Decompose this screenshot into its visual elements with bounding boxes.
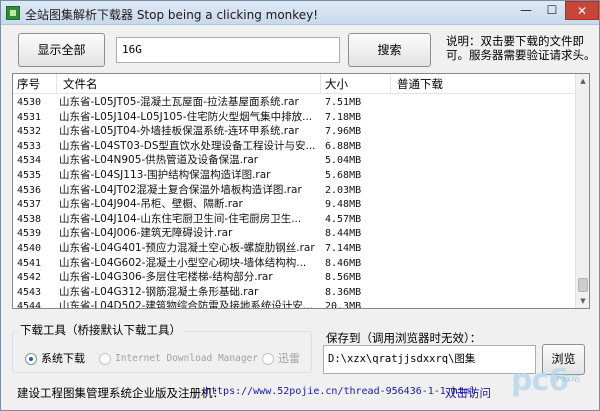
table-header: 序号 文件名 大小 普通下载 (13, 74, 577, 94)
table-row-size: 5.04MB (325, 155, 362, 167)
table-row[interactable]: 4533 山东省-L04ST03-DS型直饮水处理设备工程设计与安... 6.88M… (13, 139, 577, 154)
table-row[interactable]: 4541 山东省-L04G602-混凝土小型空心砌块-墙体结构构... 8.46MB (13, 256, 577, 271)
table-row-index: 4531 (17, 111, 42, 123)
download-tool-label: 下载工具（桥接默认下载工具） (18, 322, 183, 338)
table-row-size: 8.44MB (325, 228, 362, 240)
table-row-filename: 山东省-L04J904-吊柜、壁橱、隔断.rar (59, 198, 243, 211)
table-row-filename: 山东省-L04G306-多层住宅楼梯-结构部分.rar (59, 271, 273, 284)
table-row-index: 4544 (17, 301, 42, 309)
table-row-index: 4532 (17, 126, 42, 138)
footer-label: 建设工程图集管理系统企业版及注册机： (17, 386, 224, 400)
table-row-filename: 山东省-L04N905-供热管道及设备保温.rar (59, 154, 259, 167)
table-row-filename: 山东省-L05JT04-外墙挂板保温系统-连环甲系统.rar (59, 125, 299, 138)
column-header-download[interactable]: 普通下载 (391, 74, 577, 94)
column-header-name[interactable]: 文件名 (57, 74, 321, 94)
minimize-icon[interactable]: — (513, 1, 539, 20)
search-input[interactable]: 16G (116, 37, 340, 63)
table-row[interactable]: 4534 山东省-L04N905-供热管道及设备保温.rar 5.04MB (13, 153, 577, 168)
table-row[interactable]: 4532 山东省-L05JT04-外墙挂板保温系统-连环甲系统.rar 7.96MB (13, 124, 577, 139)
table-row-size: 8.56MB (325, 272, 362, 284)
table-row-index: 4530 (17, 97, 42, 108)
table-row-size: 4.57MB (325, 213, 362, 225)
table-row-size: 8.36MB (325, 286, 362, 298)
table-row-filename: 山东省-L04G312-钢筋混凝土条形基础.rar (59, 285, 259, 298)
radio-idm: Internet Download Manager (99, 352, 258, 366)
table-row-filename: 山东省-L04J006-建筑无障碍设计.rar (59, 227, 233, 240)
save-path-label: 保存到（调用浏览器时无效）： (326, 330, 482, 346)
table-row[interactable]: 4535 山东省-L04SJ113-围护结构保温构造详图.rar 5.68MB (13, 168, 577, 183)
table-row-filename: 山东省-L05J104-L05J105-住宅防火型烟气集中排放... (59, 110, 313, 123)
window-title: 全站图集解析下载器 Stop being a clicking monkey! (25, 8, 319, 22)
table-row-filename: 山东省-L04G602-混凝土小型空心砌块-墙体结构构... (59, 256, 307, 269)
radio-system-download[interactable]: 系统下载 (25, 352, 85, 366)
scroll-down-icon[interactable]: ▼ (576, 294, 589, 308)
app-icon (6, 6, 20, 20)
search-button[interactable]: 搜索 (348, 33, 431, 67)
maximize-icon[interactable]: ☐ (539, 1, 565, 20)
table-row-index: 4534 (17, 155, 42, 167)
table-row[interactable]: 4539 山东省-L04J006-建筑无障碍设计.rar 8.44MB (13, 226, 577, 241)
column-header-index[interactable]: 序号 (13, 74, 57, 94)
footer-link[interactable]: https://www.52pojie.cn/thread-956436-1-1… (205, 386, 476, 397)
title-bar[interactable]: 全站图集解析下载器 Stop being a clicking monkey! … (1, 1, 599, 25)
save-path-input[interactable]: D:\xzx\qratjjsdxxrq\图集 (323, 345, 536, 374)
table-row-index: 4536 (17, 184, 42, 196)
table-row-index: 4540 (17, 242, 42, 254)
table-row-filename: 山东省-L04D502-建筑物综合防雷及接地系统设计安... (59, 300, 313, 309)
vertical-scrollbar[interactable]: ▲ ▼ (575, 74, 589, 308)
table-row-filename: 山东省-L04J104-山东住宅厨卫生间-住宅厨房卫生... (59, 212, 302, 225)
table-row-index: 4542 (17, 272, 42, 284)
table-row-size: 2.03MB (325, 184, 362, 196)
table-row-index: 4533 (17, 140, 42, 152)
radio-label: 系统下载 (41, 352, 85, 365)
table-row-index: 4535 (17, 169, 42, 181)
table-row-size: 7.51MB (325, 97, 362, 108)
table-row-index: 4543 (17, 286, 42, 298)
table-row-size: 7.14MB (325, 242, 362, 254)
table-row[interactable]: 4536 山东省-L04JT02混凝土复合保温外墙板构造详图.rar 2.03MB (13, 183, 577, 198)
table-body: 4530 山东省-L05JT05-混凝土瓦屋面-拉法基屋面系统.rar 7.51MB… (13, 95, 577, 309)
radio-dot (262, 353, 274, 365)
table-row-filename: 山东省-L04ST03-DS型直饮水处理设备工程设计与安... (59, 139, 316, 152)
scroll-up-icon[interactable]: ▲ (576, 74, 589, 88)
scroll-thumb[interactable] (578, 278, 588, 292)
table-row-filename: 山东省-L04G401-预应力混凝土空心板-螺旋肋钢丝.rar (59, 241, 315, 254)
table-row[interactable]: 4544 山东省-L04D502-建筑物综合防雷及接地系统设计安... 20.3MB (13, 299, 577, 309)
file-table[interactable]: 序号 文件名 大小 普通下载 4530 山东省-L05JT05-混凝土瓦屋面-拉法… (12, 73, 590, 309)
radio-dot[interactable] (25, 353, 37, 365)
table-row-filename: 山东省-L04SJ113-围护结构保温构造详图.rar (59, 168, 271, 181)
table-row-index: 4538 (17, 213, 42, 225)
table-row[interactable]: 4542 山东省-L04G306-多层住宅楼梯-结构部分.rar 8.56MB (13, 270, 577, 285)
table-row-size: 7.18MB (325, 111, 362, 123)
radio-thunder: 迅雷 (262, 352, 302, 366)
table-row-size: 9.48MB (325, 199, 362, 211)
radio-label: 迅雷 (278, 352, 300, 365)
watermark-sub: 下载站 (553, 374, 581, 384)
table-row-size: 20.3MB (325, 301, 362, 309)
footer-double-click-hint[interactable]: 双击访问 (445, 385, 491, 401)
instructions-note: 说明：双击要下载的文件即可。服务器需要验证请求头。 (446, 34, 596, 62)
show-all-button[interactable]: 显示全部 (18, 33, 105, 67)
table-row-size: 6.88MB (325, 140, 362, 152)
table-row-index: 4541 (17, 257, 42, 269)
table-row-filename: 山东省-L04JT02混凝土复合保温外墙板构造详图.rar (59, 183, 302, 196)
app-window: 全站图集解析下载器 Stop being a clicking monkey! … (0, 0, 600, 411)
table-row-filename: 山东省-L05JT05-混凝土瓦屋面-拉法基屋面系统.rar (59, 96, 299, 108)
table-row[interactable]: 4540 山东省-L04G401-预应力混凝土空心板-螺旋肋钢丝.rar 7.14M… (13, 241, 577, 256)
table-row[interactable]: 4531 山东省-L05J104-L05J105-住宅防火型烟气集中排放... 7.… (13, 110, 577, 125)
radio-dot (99, 353, 111, 365)
table-row-index: 4537 (17, 199, 42, 211)
table-row-size: 5.68MB (325, 169, 362, 181)
table-row[interactable]: 4537 山东省-L04J904-吊柜、壁橱、隔断.rar 9.48MB (13, 197, 577, 212)
column-header-size[interactable]: 大小 (321, 74, 391, 94)
table-row[interactable]: 4530 山东省-L05JT05-混凝土瓦屋面-拉法基屋面系统.rar 7.51MB (13, 95, 577, 110)
close-icon[interactable]: ✕ (565, 1, 599, 20)
table-row[interactable]: 4543 山东省-L04G312-钢筋混凝土条形基础.rar 8.36MB (13, 285, 577, 300)
table-row-size: 8.46MB (325, 257, 362, 269)
table-row[interactable]: 4538 山东省-L04J104-山东住宅厨卫生间-住宅厨房卫生... 4.57MB (13, 212, 577, 227)
table-row-index: 4539 (17, 228, 42, 240)
radio-label: Internet Download Manager (115, 353, 258, 364)
table-row-size: 7.96MB (325, 126, 362, 138)
